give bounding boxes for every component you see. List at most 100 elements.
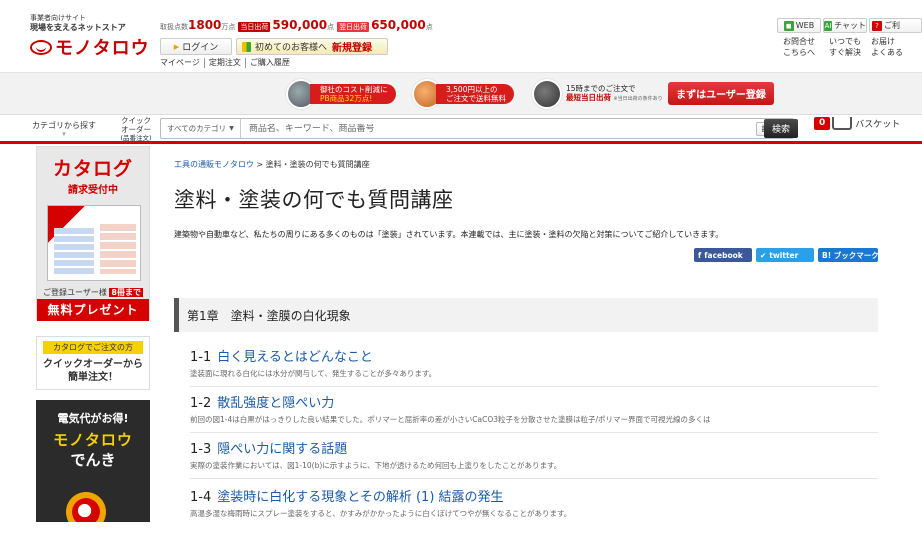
site-header: 事業者向けサイト 現場を支えるネットストア モノタロウ 取扱点数 1800 万点… <box>0 0 922 72</box>
breadcrumb-separator: > <box>253 160 266 169</box>
facebook-share-button[interactable]: f facebook <box>694 248 752 262</box>
web-icon: ◼ <box>783 20 794 31</box>
article-title-link[interactable]: 白く見えるとはどんなこと <box>217 350 373 365</box>
same-day-campaign[interactable]: 15時までのご注文で 最短当日出荷 ※当日出荷の条件あり <box>532 77 671 111</box>
quick-ad-line2: 簡単注文！ <box>68 372 118 383</box>
question-icon: ? <box>872 20 882 31</box>
login-label: ログイン <box>182 43 219 53</box>
divider <box>190 432 878 433</box>
tomorrow-unit: 点 <box>425 23 433 31</box>
article-item[interactable]: 1-1 白く見えるとはどんなこと 塗装面に現れる白化には水分が関与して、発生するこ… <box>190 346 878 387</box>
search-scope-select[interactable]: すべてのカテゴリ ▼ <box>161 119 241 138</box>
chat-icon: AI <box>824 20 833 31</box>
quick-order-button[interactable]: クイック オーダー (品番注文) <box>118 116 154 143</box>
web-button[interactable]: ◼ WEB <box>777 18 821 33</box>
quick-label-3: (品番注文) <box>120 134 152 142</box>
catalog-title: カタログ <box>52 158 133 180</box>
article-title-link[interactable]: 塗装時に白化する現象とその解析 (1) 結露の発生 <box>217 490 503 505</box>
catalog-ad[interactable]: カタログ 請求受付中 ご登録ユーザー様 8冊まで 無料プレゼント <box>36 146 150 321</box>
same-day-line2: 最短当日出荷 <box>566 93 611 102</box>
article-title-link[interactable]: 隠ぺい力に関する話題 <box>217 442 347 457</box>
header-sublinks: マイページ 定期注文 ご購入履歴 <box>160 58 294 68</box>
quick-label-1: クイック <box>121 116 151 125</box>
article-number: 1-2 <box>190 396 212 411</box>
logo-tagline-1: 事業者向けサイト <box>30 14 86 22</box>
article-desc: 塗装面に現れる白化には水分が関与して、発生することが多々あります。 <box>190 369 437 378</box>
denki-ad[interactable]: 電気代がお得! モノタロウ でんき <box>36 400 150 522</box>
lightning-mascot-icon <box>58 484 114 522</box>
faq-line2: よくある <box>871 48 903 57</box>
quick-ad-head: カタログでご注文の方 <box>43 341 143 354</box>
faq-line1: お届け <box>871 37 895 46</box>
breadcrumb-current: 塗料・塗装の何でも質問講座 <box>265 160 370 169</box>
article-item[interactable]: 1-2 散乱強度と隠ぺい力 前回の図1-4は白黒がはっきりした良い結果でした。ポリ… <box>190 392 878 433</box>
article-number: 1-4 <box>190 490 212 505</box>
faq-button-label: ご利 <box>884 21 900 30</box>
user-register-button[interactable]: まずはユーザー登録 <box>668 82 774 105</box>
free-shipping-line2: ご注文で送料無料 <box>446 94 506 103</box>
article-heading: 1-2 散乱強度と隠ぺい力 <box>190 392 878 411</box>
logo[interactable]: 事業者向けサイト 現場を支えるネットストア モノタロウ <box>30 14 152 60</box>
divider <box>190 386 878 387</box>
search-button[interactable]: 検索 <box>764 119 798 138</box>
same-day-text: 15時までのご注文で 最短当日出荷 ※当日出荷の条件あり <box>556 84 671 104</box>
article-heading: 1-1 白く見えるとはどんなこと <box>190 346 878 365</box>
search-input[interactable] <box>240 123 757 134</box>
article-title-link[interactable]: 散乱強度と隠ぺい力 <box>217 396 334 411</box>
cart-button[interactable]: 0 バスケット <box>814 117 900 130</box>
logo-main: モノタロウ <box>30 34 152 60</box>
web-button-label: WEB <box>795 21 815 30</box>
article-heading: 1-4 塗装時に白化する現象とその解析 (1) 結露の発生 <box>190 486 878 505</box>
quick-label-2: オーダー <box>121 125 151 134</box>
login-button[interactable]: ▶ ログイン <box>160 38 232 55</box>
category-browse-button[interactable]: カテゴリから探す <box>32 120 96 138</box>
faq-button[interactable]: ? ご利 <box>869 18 922 33</box>
chat-button[interactable]: AI チャット <box>823 18 867 33</box>
catalog-free: 無料プレゼント <box>37 299 149 321</box>
chapter-heading: 第1章 塗料・塗膜の白化現象 <box>174 298 878 332</box>
catalog-users: ご登録ユーザー様 <box>43 288 107 297</box>
chat-inquiry[interactable]: AI チャット いつでも すぐ解決 <box>823 18 867 58</box>
first-time-register-button[interactable]: 初めてのお客様へ 新規登録 <box>236 38 388 55</box>
register-label: 新規登録 <box>332 43 373 54</box>
article-desc: 高温多湿な梅雨時にスプレー塗装をすると、かすみがかかったように白くぼけてつやが無… <box>190 509 572 518</box>
search-bar: カテゴリから探す クイック オーダー (品番注文) すべてのカテゴリ▼ 詳細▼ … <box>0 114 922 144</box>
denki-line2: モノタロウ <box>53 431 133 449</box>
cart-count: 0 <box>814 117 831 130</box>
article-number: 1-1 <box>190 350 212 365</box>
article-desc: 前回の図1-4は白黒がはっきりした良い結果でした。ポリマーと屈折率の差が小さいC… <box>190 415 711 424</box>
tomorrow-count: 650,000 <box>371 18 426 32</box>
catalog-sub: 請求受付中 <box>68 185 118 196</box>
hatena-bookmark-button[interactable]: B! ブックマーク <box>818 248 879 262</box>
items-label: 取扱点数 <box>160 23 188 31</box>
faq-inquiry[interactable]: ? ご利 お届け よくある <box>869 18 922 58</box>
logo-tagline-2: 現場を支えるネットストア <box>30 23 126 32</box>
free-shipping-campaign[interactable]: 3,500円以上の ご注文で送料無料 <box>412 77 514 111</box>
page-title: 塗料・塗装の何でも質問講座 <box>174 188 454 212</box>
subscription-link[interactable]: 定期注文 <box>205 58 246 68</box>
web-inquiry[interactable]: ◼ WEB お問合せ こちらへ <box>777 18 821 58</box>
catalog-users-line: ご登録ユーザー様 8冊まで <box>37 287 149 298</box>
quick-order-ad[interactable]: カタログでご注文の方 クイックオーダーから 簡単注文！ <box>36 336 150 390</box>
triangle-right-icon: ▶ <box>173 42 180 51</box>
today-tag: 当日出荷 <box>238 22 271 32</box>
chat-line2: すぐ解決 <box>829 48 861 57</box>
same-day-line1: 15時までのご注文で <box>566 84 636 93</box>
twitter-share-button[interactable]: ✔ twitter <box>756 248 814 262</box>
catalog-days: 8冊まで <box>109 288 143 297</box>
article-item[interactable]: 1-3 隠ぺい力に関する話題 実際の塗装作業においては、図1-10(b)に示すよう… <box>190 438 878 479</box>
facebook-label: facebook <box>704 250 743 260</box>
catalog-book-image <box>47 205 141 281</box>
pb-campaign[interactable]: 御社のコスト削減に PB商品32万点! <box>286 77 396 111</box>
same-day-note: ※当日出荷の条件あり <box>613 96 663 102</box>
breadcrumb-home[interactable]: 工具の通販モノタロウ <box>174 160 254 169</box>
chat-line1: いつでも <box>829 37 861 46</box>
pb-line2: PB商品32万点! <box>320 94 373 103</box>
article-item[interactable]: 1-4 塗装時に白化する現象とその解析 (1) 結露の発生 高温多湿な梅雨時にスプ… <box>190 486 878 519</box>
order-history-link[interactable]: ご購入履歴 <box>246 58 294 68</box>
breadcrumb: 工具の通販モノタロウ > 塗料・塗装の何でも質問講座 <box>174 159 370 170</box>
items-unit: 万点 <box>221 23 236 31</box>
article-desc: 実際の塗装作業においては、図1-10(b)に示すように、下地が透けるため何回も上… <box>190 461 562 470</box>
first-time-label: 初めてのお客様へ <box>255 43 328 53</box>
mypage-link[interactable]: マイページ <box>160 58 205 68</box>
